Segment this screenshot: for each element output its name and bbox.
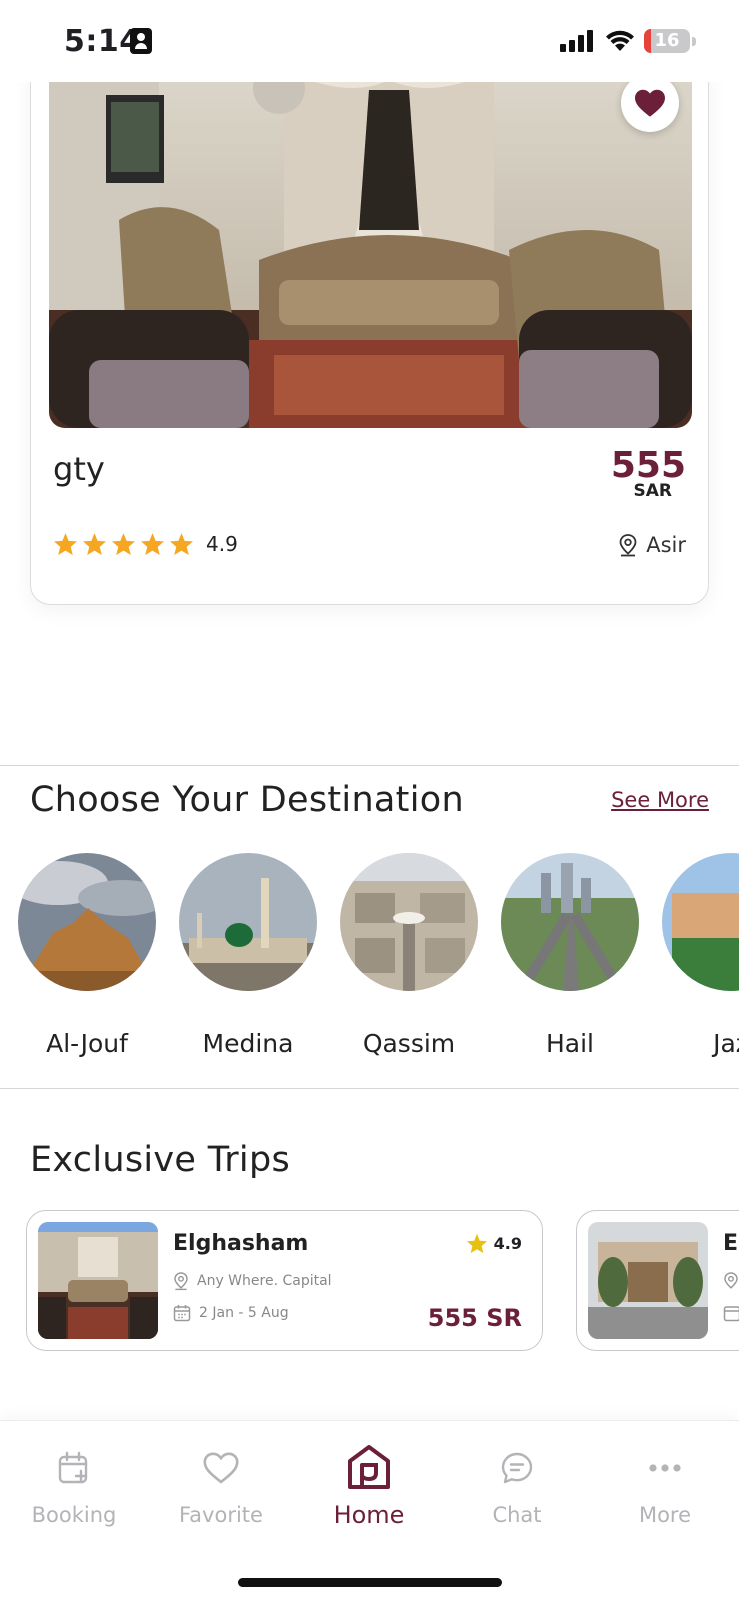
heart-icon — [203, 1452, 239, 1484]
destination-item[interactable]: Medina — [168, 853, 328, 1058]
see-more-link[interactable]: See More — [611, 788, 709, 812]
listing-title: gty — [53, 450, 105, 488]
trip-name: E — [723, 1231, 739, 1256]
heart-filled-icon — [635, 89, 665, 117]
cellular-signal-icon — [560, 30, 594, 52]
star-icon — [83, 533, 106, 555]
destination-image — [18, 853, 156, 991]
trip-price: 555 SR — [427, 1304, 522, 1332]
listing-photo — [49, 60, 692, 428]
trip-dates — [723, 1304, 739, 1322]
listing-currency: SAR — [633, 481, 673, 501]
bottom-navigation: Booking Favorite Home Chat More — [0, 1420, 739, 1600]
destination-item[interactable]: Qassim — [329, 853, 489, 1058]
nav-label: More — [638, 1503, 692, 1527]
battery-icon: 16 — [644, 29, 690, 53]
calendar-plus-icon — [58, 1451, 88, 1484]
trip-card[interactable]: Elghasham 4.9 Any Where. Capital 2 Jan -… — [26, 1210, 543, 1351]
destination-label: Qassim — [362, 1029, 456, 1058]
home-icon — [348, 1445, 390, 1489]
trip-location — [723, 1271, 739, 1291]
trip-name: Elghasham — [173, 1231, 309, 1256]
trip-image — [588, 1222, 708, 1339]
rating-stars: 4.9 — [53, 532, 238, 556]
destination-label: Jaz — [713, 1029, 739, 1058]
destinations-carousel[interactable]: Al-Jouf Medina Qassim Hail Jaz — [0, 853, 739, 1063]
contact-card-icon — [130, 28, 152, 54]
home-indicator — [238, 1578, 502, 1587]
listing-location: Asir — [618, 533, 686, 557]
calendar-icon — [173, 1305, 191, 1322]
destination-image — [662, 853, 739, 991]
trip-location: Any Where. Capital — [173, 1271, 332, 1291]
section-divider — [0, 765, 739, 766]
star-icon — [54, 533, 77, 555]
destination-label: Hail — [545, 1029, 594, 1058]
nav-label: Chat — [492, 1503, 542, 1527]
destination-image — [501, 853, 639, 991]
destinations-title: Choose Your Destination — [30, 780, 464, 820]
wifi-icon — [606, 30, 634, 51]
destination-label: Al-Jouf — [46, 1029, 128, 1058]
destination-image — [179, 853, 317, 991]
trip-rating-value: 4.9 — [493, 1234, 522, 1253]
star-icon — [466, 1233, 487, 1254]
trips-title: Exclusive Trips — [30, 1140, 290, 1180]
nav-booking[interactable]: Booking — [14, 1443, 134, 1527]
destination-item[interactable]: Al-Jouf — [7, 853, 167, 1058]
listing-location-label: Asir — [646, 533, 686, 557]
trip-location-label: Any Where. Capital — [197, 1273, 332, 1289]
battery-percentage: 16 — [654, 30, 680, 51]
location-pin-icon — [724, 1272, 738, 1289]
star-icon — [141, 533, 164, 555]
calendar-icon — [723, 1306, 739, 1322]
nav-favorite[interactable]: Favorite — [161, 1443, 281, 1527]
destination-image — [340, 853, 478, 991]
section-divider — [0, 1088, 739, 1089]
nav-home[interactable]: Home — [309, 1443, 429, 1529]
destination-item[interactable]: Jaz — [651, 853, 739, 1058]
star-icon — [112, 533, 135, 555]
battery-cap — [692, 37, 696, 46]
nav-label: Booking — [31, 1503, 117, 1527]
location-pin-icon — [619, 534, 637, 557]
listing-price: 555 — [610, 445, 686, 486]
nav-chat[interactable]: Chat — [457, 1443, 577, 1527]
star-icon — [170, 533, 193, 555]
location-pin-icon — [174, 1272, 188, 1291]
trip-card[interactable]: E — [576, 1210, 739, 1351]
listing-rating: 4.9 — [206, 532, 238, 556]
destination-item[interactable]: Hail — [490, 853, 650, 1058]
trip-dates: 2 Jan - 5 Aug — [173, 1304, 289, 1322]
trip-rating: 4.9 — [466, 1233, 522, 1254]
more-dots-icon — [649, 1464, 681, 1472]
chat-icon — [501, 1452, 533, 1484]
trips-carousel[interactable]: Elghasham 4.9 Any Where. Capital 2 Jan -… — [0, 1210, 739, 1355]
destination-label: Medina — [202, 1029, 294, 1058]
status-bar: 5:14 16 — [0, 0, 739, 82]
nav-label: Favorite — [179, 1503, 263, 1527]
listing-card[interactable]: gty 555 SAR 4.9 Asir — [30, 60, 709, 605]
trip-dates-label: 2 Jan - 5 Aug — [199, 1305, 289, 1321]
trip-image — [38, 1222, 158, 1339]
favorite-button[interactable] — [621, 74, 679, 132]
nav-more[interactable]: More — [605, 1443, 725, 1527]
nav-label: Home — [333, 1501, 405, 1529]
